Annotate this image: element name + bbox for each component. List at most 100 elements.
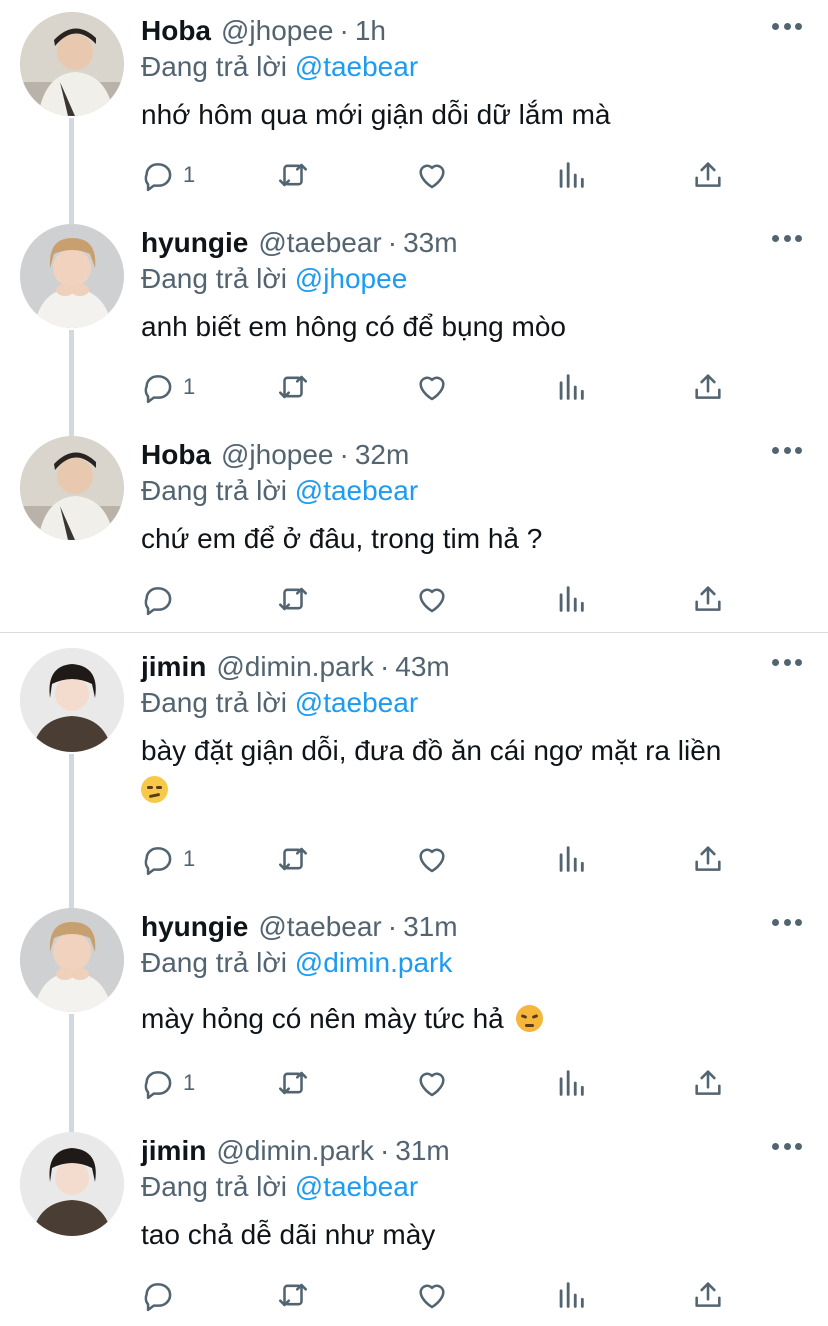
avatar[interactable] [20,1132,124,1236]
reply-button[interactable] [141,579,175,619]
author-name[interactable]: Hoba [141,438,211,472]
timestamp[interactable]: 31m [395,1134,449,1168]
author-name[interactable]: hyungie [141,910,248,944]
author-handle[interactable]: @dimin.park [216,1134,374,1168]
share-button[interactable] [691,1275,725,1315]
tweet[interactable]: hyungie @taebear · 33m Đang trả lời @jho… [0,212,828,424]
retweet-icon [278,587,308,611]
tweet-text: anh biết em hông có để bụng mòo [141,308,791,346]
analytics-icon [559,162,584,188]
more-icon[interactable] [772,656,802,668]
separator-dot: · [379,651,390,682]
author-handle[interactable]: @jhopee [221,438,334,472]
like-button[interactable] [415,839,449,879]
angry-emoji [515,1005,543,1032]
timestamp[interactable]: 31m [403,910,457,944]
smirk-emoji [141,776,168,803]
replying-label: Đang trả lời [141,1171,287,1202]
more-icon[interactable] [772,20,802,32]
timestamp[interactable]: 32m [355,438,409,472]
action-bar [141,1275,741,1315]
reply-button[interactable] [141,1275,175,1315]
avatar[interactable] [20,224,124,328]
reply-button[interactable]: 1 [141,155,195,195]
author-handle[interactable]: @jhopee [221,14,334,48]
retweet-icon [278,375,308,399]
reply-count: 1 [183,162,196,187]
mention-link[interactable]: @taebear [295,1171,418,1202]
timestamp[interactable]: 33m [403,226,457,260]
thread-connector [69,1120,74,1132]
avatar[interactable] [20,12,124,116]
like-icon [419,1072,445,1097]
avatar[interactable] [20,436,124,540]
author-handle[interactable]: @taebear [258,226,381,260]
replying-label: Đang trả lời [141,947,287,978]
action-bar: 1 [141,367,741,407]
tweet-text: tao chả dễ dãi như mày [141,1216,791,1254]
more-icon[interactable] [772,916,802,928]
retweet-button[interactable] [276,367,310,407]
mention-link[interactable]: @dimin.park [295,947,453,978]
analytics-button[interactable] [554,839,588,879]
like-button[interactable] [415,1063,449,1103]
reply-button[interactable]: 1 [141,1063,195,1103]
analytics-button[interactable] [554,367,588,407]
reply-count: 1 [183,374,196,399]
thread-connector [69,212,74,224]
share-button[interactable] [691,155,725,195]
share-button[interactable] [691,367,725,407]
replying-to: Đang trả lời @taebear [141,50,418,84]
tweet[interactable]: hyungie @taebear · 31m Đang trả lời @dim… [0,896,828,1120]
more-icon[interactable] [772,1140,802,1152]
reply-icon [144,587,172,616]
separator-dot: · [339,439,349,470]
analytics-icon [559,586,584,612]
action-bar: 1 [141,839,741,879]
tweet[interactable]: jimin @dimin.park · 43m Đang trả lời @ta… [0,636,828,896]
analytics-button[interactable] [554,1275,588,1315]
mention-link[interactable]: @jhopee [295,263,408,294]
like-icon [419,588,445,613]
share-button[interactable] [691,839,725,879]
timestamp[interactable]: 1h [355,14,386,48]
analytics-icon [559,374,584,400]
like-button[interactable] [415,579,449,619]
avatar[interactable] [20,908,124,1012]
analytics-button[interactable] [554,1063,588,1103]
retweet-button[interactable] [276,1275,310,1315]
timestamp[interactable]: 43m [395,650,449,684]
like-button[interactable] [415,1275,449,1315]
retweet-button[interactable] [276,155,310,195]
mention-link[interactable]: @taebear [295,687,418,718]
reply-button[interactable]: 1 [141,839,195,879]
analytics-button[interactable] [554,155,588,195]
tweet[interactable]: Hoba @jhopee · 1h Đang trả lời @taebear … [0,0,828,212]
share-button[interactable] [691,1063,725,1103]
author-name[interactable]: Hoba [141,14,211,48]
tweet-text-content: nhớ hôm qua mới giận dỗi dữ lắm mà [141,99,611,130]
analytics-button[interactable] [554,579,588,619]
avatar[interactable] [20,648,124,752]
author-handle[interactable]: @taebear [258,910,381,944]
share-button[interactable] [691,579,725,619]
tweet-text-content: mày hỏng có nên mày tức hả [141,1003,504,1034]
retweet-button[interactable] [276,839,310,879]
like-button[interactable] [415,155,449,195]
reply-icon [144,847,172,876]
mention-link[interactable]: @taebear [295,51,418,82]
mention-link[interactable]: @taebear [295,475,418,506]
tweet[interactable]: jimin @dimin.park · 31m Đang trả lời @ta… [0,1120,828,1326]
like-button[interactable] [415,367,449,407]
retweet-button[interactable] [276,579,310,619]
author-name[interactable]: hyungie [141,226,248,260]
more-icon[interactable] [772,232,802,244]
author-name[interactable]: jimin [141,1134,206,1168]
more-icon[interactable] [772,444,802,456]
reply-button[interactable]: 1 [141,367,195,407]
author-handle[interactable]: @dimin.park [216,650,374,684]
retweet-button[interactable] [276,1063,310,1103]
author-name[interactable]: jimin [141,650,206,684]
tweet[interactable]: Hoba @jhopee · 32m Đang trả lời @taebear… [0,424,828,632]
share-icon [695,586,721,611]
